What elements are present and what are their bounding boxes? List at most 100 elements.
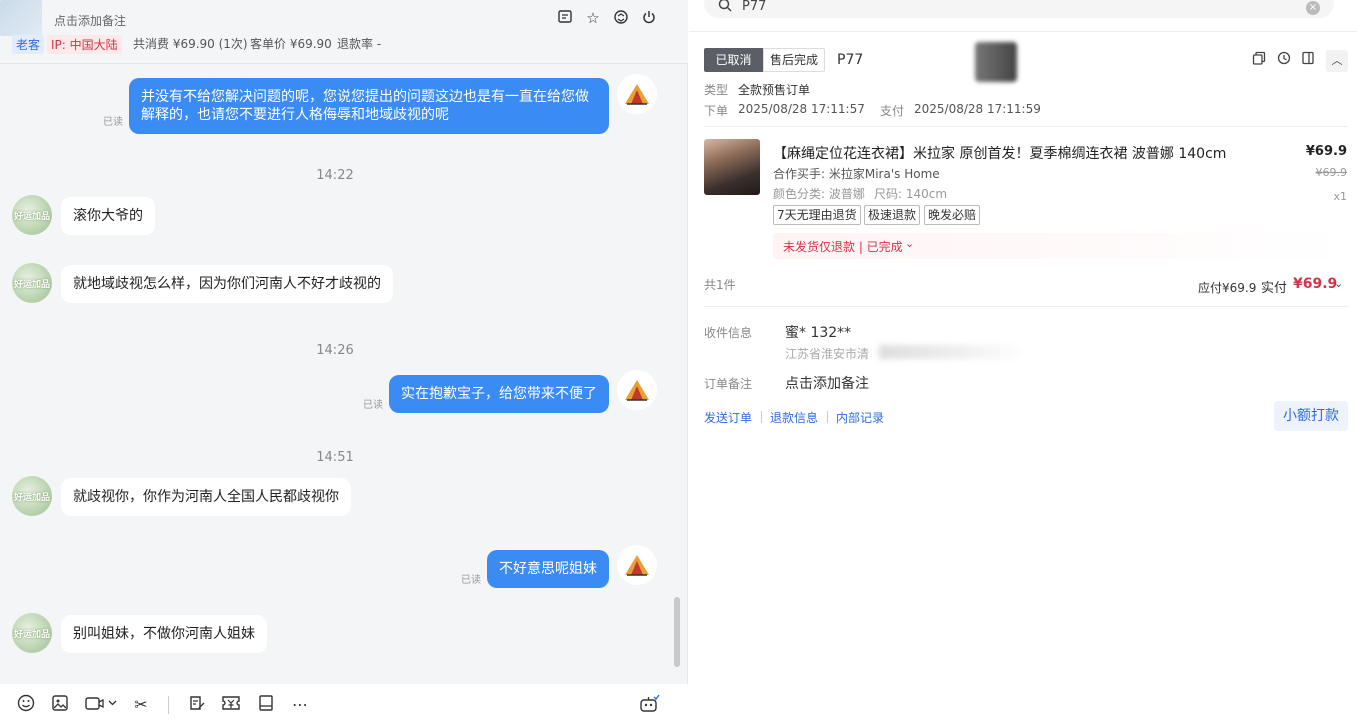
avatar-text: 好运加品 xyxy=(13,629,50,640)
divider xyxy=(704,126,1348,127)
divider xyxy=(689,31,1357,32)
customer-avatar[interactable] xyxy=(0,0,42,36)
tag-7day-return: 7天无理由退货 xyxy=(773,205,861,225)
timestamp: 14:22 xyxy=(316,168,354,183)
chevron-down-icon: ⌄ xyxy=(905,237,915,250)
customer-avatar-small: 好运加品 xyxy=(12,263,52,303)
add-order-note[interactable]: 点击添加备注 xyxy=(785,373,869,393)
product-quantity: x1 xyxy=(1333,190,1347,203)
more-icon[interactable]: ⋯ xyxy=(289,694,311,716)
product-price: ¥69.9 xyxy=(1305,144,1347,159)
star-icon[interactable]: ☆ xyxy=(584,9,602,27)
product-image[interactable] xyxy=(704,139,760,195)
order-search-bar[interactable]: P77 × xyxy=(704,0,1334,18)
product-title[interactable]: 【麻绳定位花连衣裙】米拉家 原创首发！夏季棉绸连衣裙 波普娜 140cm xyxy=(773,143,1226,163)
message-list[interactable]: 并没有不给您解决问题的呢，您说您提出的问题这边也是有一直在给您做 解释的，也请您… xyxy=(0,64,680,676)
read-receipt: 已读 xyxy=(363,400,383,411)
agent-avatar xyxy=(617,370,657,410)
add-note-link[interactable]: 点击添加备注 xyxy=(54,12,126,29)
edit-note-icon[interactable] xyxy=(186,694,208,716)
status-cancelled-badge: 已取消 xyxy=(704,48,763,72)
notes-icon[interactable] xyxy=(556,9,574,27)
redacted-block xyxy=(879,345,1029,359)
video-icon[interactable] xyxy=(83,694,121,716)
original-price: ¥69.9 xyxy=(1315,166,1348,179)
order-panel: P77 × 已取消 售后完成 P77 ︿ 类型 全款预售订单 下单 2025/0… xyxy=(689,0,1357,727)
customer-message: 滚你大爷的 xyxy=(61,197,155,235)
actual-label: 实付 xyxy=(1261,281,1288,296)
refund-status: 未发货仅退款 | 已完成 xyxy=(783,240,903,254)
copy-icon[interactable] xyxy=(1250,51,1268,69)
small-payment-button[interactable]: 小额打款 xyxy=(1274,401,1348,431)
link-divider xyxy=(827,411,828,423)
search-icon xyxy=(718,0,732,16)
emoji-icon[interactable] xyxy=(15,694,37,716)
order-type: 全款预售订单 xyxy=(738,83,811,97)
customer-message: 别叫姐妹，不做你河南人姐妹 xyxy=(61,615,267,653)
message-text: 并没有不给您解决问题的呢，您说您提出的问题这边也是有一直在给您做 xyxy=(141,89,589,105)
sidebar-icon[interactable] xyxy=(1299,51,1317,69)
internal-records-link[interactable]: 内部记录 xyxy=(836,409,884,426)
placed-label: 下单 xyxy=(704,104,729,118)
customer-message: 就地域歧视怎么样，因为你们河南人不好才歧视的 xyxy=(61,265,393,303)
history-icon[interactable] xyxy=(1275,51,1293,69)
agent-avatar xyxy=(617,74,657,114)
paid-time: 2025/08/28 17:11:59 xyxy=(914,102,1041,116)
chat-scrollbar[interactable] xyxy=(674,597,680,667)
power-icon[interactable] xyxy=(640,9,658,27)
search-input[interactable]: P77 xyxy=(742,0,766,14)
avatar-text: 好运加品 xyxy=(13,492,50,503)
input-toolbar: ✂ ⋯ xyxy=(0,684,688,727)
chevron-down-icon[interactable]: ⌄ xyxy=(1334,277,1343,290)
refund-status-row[interactable]: 未发货仅退款 | 已完成 ⌄ xyxy=(773,233,1349,259)
receiver-label: 收件信息 xyxy=(704,326,753,340)
timestamp: 14:51 xyxy=(316,450,354,465)
link-divider xyxy=(761,411,762,423)
tag-fast-refund: 极速退款 xyxy=(864,205,921,225)
total-spent: 共消费 ¥69.90 (1次) xyxy=(133,37,248,51)
send-order-link[interactable]: 发送订单 xyxy=(704,409,752,426)
scissors-icon[interactable]: ✂ xyxy=(130,694,152,716)
receiver-address: 江苏省淮安市清 xyxy=(785,347,870,361)
timestamp: 14:26 xyxy=(316,343,354,358)
transfer-icon[interactable] xyxy=(612,9,630,27)
type-label: 类型 xyxy=(704,83,729,97)
coupon-icon[interactable] xyxy=(220,694,242,716)
book-icon[interactable] xyxy=(255,694,277,716)
agent-message: 实在抱歉宝子，给您带来不便了 xyxy=(389,375,609,413)
paid-label: 支付 xyxy=(880,104,905,118)
placed-time: 2025/08/28 17:11:57 xyxy=(738,102,865,116)
partner-buyer: 合作买手: 米拉家Mira's Home xyxy=(773,167,940,181)
product-color: 颜色分类: 波普娜 xyxy=(773,187,865,201)
note-label: 订单备注 xyxy=(704,377,753,391)
item-count: 共1件 xyxy=(704,278,736,292)
avatar-text: 好运加品 xyxy=(13,279,50,290)
robot-icon[interactable] xyxy=(638,694,660,716)
tag-late-compensation: 晚发必赔 xyxy=(924,205,981,225)
image-icon[interactable] xyxy=(49,694,71,716)
unit-price: 客单价 ¥69.90 xyxy=(250,37,332,51)
customer-message: 就歧视你，你作为河南人全国人民都歧视你 xyxy=(61,478,351,516)
collapse-icon[interactable]: ︿ xyxy=(1326,50,1348,72)
agent-message: 并没有不给您解决问题的呢，您说您提出的问题这边也是有一直在给您做 解释的，也请您… xyxy=(129,78,609,134)
returning-customer-badge: 老客 xyxy=(12,35,45,54)
customer-avatar-small: 好运加品 xyxy=(12,613,52,653)
order-number[interactable]: P77 xyxy=(837,52,863,68)
agent-avatar xyxy=(617,545,657,585)
avatar-text: 好运加品 xyxy=(13,211,50,222)
toolbar-divider xyxy=(168,696,169,714)
clear-icon[interactable]: × xyxy=(1306,1,1320,15)
refund-info-link[interactable]: 退款信息 xyxy=(770,409,818,426)
redacted-block xyxy=(975,42,1017,82)
receiver-name: 蜜* 132** xyxy=(785,325,852,341)
customer-avatar-small: 好运加品 xyxy=(12,195,52,235)
agent-message: 不好意思呢姐妹 xyxy=(487,550,609,588)
read-receipt: 已读 xyxy=(103,117,123,128)
payable-amount: 应付¥69.9 xyxy=(1198,281,1257,295)
chat-header: 点击添加备注 老客 IP: 中国大陆 共消费 ¥69.90 (1次) 客单价 ¥… xyxy=(0,0,688,64)
product-size: 尺码: 140cm xyxy=(874,187,948,201)
status-after-sale-badge: 售后完成 xyxy=(763,48,825,72)
refund-rate: 退款率 - xyxy=(337,37,382,51)
ip-location-badge: IP: 中国大陆 xyxy=(47,35,122,54)
message-text: 解释的，也请您不要进行人格侮辱和地域歧视的呢 xyxy=(141,107,449,123)
